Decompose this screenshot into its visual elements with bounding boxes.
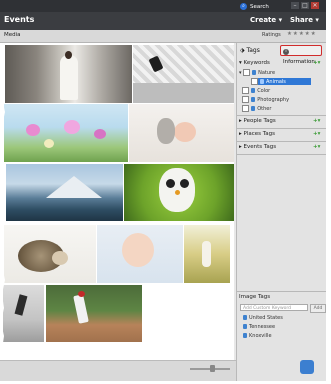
add-people-tag-button[interactable]: +▾ <box>313 118 320 124</box>
image-tag-item[interactable]: Tennessee <box>243 324 326 330</box>
keyword-label: Animals <box>266 79 286 85</box>
panel-toggle-icon[interactable] <box>300 360 314 374</box>
keyword-item[interactable]: Photography <box>239 96 325 103</box>
chevron-down-icon: ▾ <box>239 60 242 66</box>
events-tags-header[interactable]: ▸ Events Tags +▾ <box>239 144 325 150</box>
divider <box>237 291 326 292</box>
place-tag-icon <box>243 315 247 320</box>
people-tags-header[interactable]: ▸ People Tags +▾ <box>239 118 325 124</box>
info-icon: i <box>283 49 289 55</box>
keywords-label: Keywords <box>243 60 270 66</box>
app-window: ⌕ Search – □ ✕ Events Create ▾ Share ▾ M… <box>0 0 326 381</box>
image-tag-label: Tennessee <box>249 324 276 330</box>
image-tag-label: Knoxville <box>249 333 272 339</box>
image-tag-item[interactable]: United States <box>243 315 326 321</box>
keyword-checkbox[interactable] <box>242 87 250 94</box>
tab-tags[interactable]: ⬗ Tags <box>240 45 278 56</box>
add-place-tag-button[interactable]: +▾ <box>313 131 320 137</box>
keyword-item[interactable]: Other <box>239 105 325 112</box>
chevron-down-icon: ▾ <box>239 70 242 76</box>
add-event-tag-button[interactable]: +▾ <box>313 144 320 150</box>
keyword-checkbox[interactable] <box>242 105 250 112</box>
keyword-checkbox[interactable] <box>243 69 251 76</box>
custom-keyword-input[interactable]: Add Custom Keyword <box>240 304 308 311</box>
tag-icon <box>260 79 264 84</box>
divider <box>237 141 326 142</box>
keyword-checkbox[interactable] <box>242 96 250 103</box>
tab-tags-label: Tags <box>246 47 260 54</box>
chevron-right-icon: ▸ <box>239 131 242 137</box>
section-label: Places Tags <box>243 131 275 137</box>
add-keyword-button[interactable]: +▾ <box>313 60 320 66</box>
image-tag-label: United States <box>249 315 283 321</box>
tag-icon <box>251 97 256 102</box>
chevron-right-icon: ▸ <box>239 144 242 150</box>
tag-icon <box>251 88 256 93</box>
keyword-label: Other <box>257 106 272 112</box>
places-tags-header[interactable]: ▸ Places Tags +▾ <box>239 131 325 137</box>
zoom-slider-handle[interactable] <box>210 365 215 372</box>
place-tag-icon <box>243 324 247 329</box>
keyword-item[interactable]: Color <box>239 87 325 94</box>
keyword-checkbox[interactable] <box>251 78 258 85</box>
section-label: Events Tags <box>243 144 277 150</box>
bottom-toolbar <box>0 360 236 381</box>
keyword-label: Color <box>257 88 271 94</box>
keyword-item[interactable]: ▾ Nature <box>239 69 325 76</box>
divider <box>237 154 326 155</box>
tags-panel: ⬗ Tags i Information ▾ Keywords +▾ ▾ Nat… <box>236 43 326 381</box>
tag-icon <box>251 106 256 111</box>
divider <box>237 128 326 129</box>
image-tags-header: Image Tags <box>239 294 271 300</box>
keywords-header[interactable]: ▾ Keywords +▾ <box>239 60 325 66</box>
section-label: People Tags <box>243 118 276 124</box>
keyword-item-selected[interactable]: Animals <box>251 78 311 85</box>
keyword-label: Nature <box>258 70 276 76</box>
tag-icon <box>252 70 257 75</box>
keyword-label: Photography <box>257 97 290 103</box>
place-tag-icon <box>243 333 247 338</box>
image-tag-item[interactable]: Knoxville <box>243 333 326 339</box>
tag-icon: ⬗ <box>240 47 245 54</box>
add-keyword-button[interactable]: Add <box>310 304 326 313</box>
tab-information[interactable]: i Information <box>280 45 322 65</box>
chevron-right-icon: ▸ <box>239 118 242 124</box>
divider <box>237 115 326 116</box>
